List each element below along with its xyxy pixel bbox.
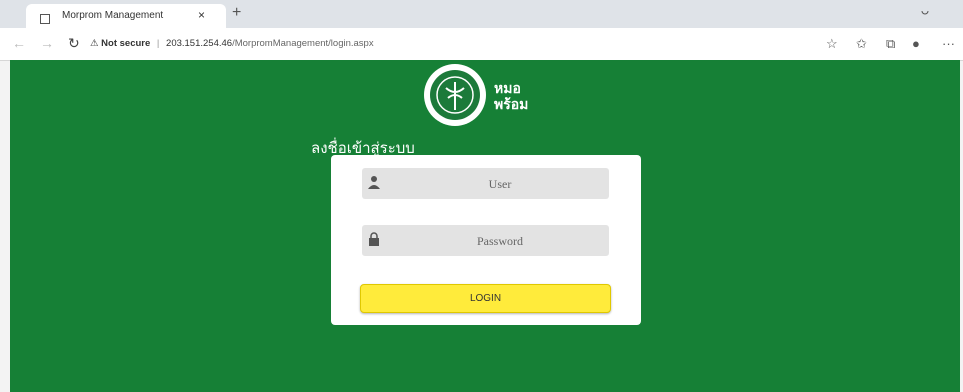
caduceus-icon <box>436 76 474 114</box>
user-icon <box>368 175 382 191</box>
lock-icon <box>368 232 382 248</box>
morprom-logo: หมอ พร้อม <box>494 80 554 120</box>
more-icon[interactable]: ··· <box>942 36 955 51</box>
username-input[interactable] <box>392 168 608 201</box>
read-aloud-icon[interactable]: ☆ <box>826 36 838 52</box>
profile-icon[interactable]: ● <box>912 36 920 51</box>
user-field-container <box>362 168 609 201</box>
url-path: /MorpromManagement/login.aspx <box>232 38 374 49</box>
collections-icon[interactable]: ⧉ <box>886 36 895 52</box>
tab-title: Morprom Management <box>62 10 164 21</box>
password-field-container <box>362 225 609 258</box>
not-secure-label: Not secure <box>101 38 151 49</box>
back-icon[interactable]: ← <box>12 35 26 51</box>
logo-line-2: พร้อม <box>494 96 529 112</box>
logo-line-1: หมอ <box>494 80 521 96</box>
favorites-icon[interactable]: ✩ <box>856 36 867 52</box>
password-input[interactable] <box>392 225 608 258</box>
close-tab-icon[interactable]: × <box>198 8 205 22</box>
refresh-icon[interactable]: ↻ <box>68 35 80 52</box>
browser-tab[interactable]: Morprom Management × <box>26 4 226 28</box>
warning-icon: ⚠ <box>90 38 99 49</box>
new-tab-icon[interactable]: + <box>232 4 241 22</box>
restore-icon[interactable] <box>920 5 930 19</box>
url-field[interactable]: ⚠ Not secure | 203.151.254.46/MorpromMan… <box>90 34 810 54</box>
ministry-seal-logo <box>424 64 486 126</box>
forward-icon[interactable]: → <box>40 35 54 51</box>
url-host: 203.151.254.46 <box>166 38 233 49</box>
seal-emblem <box>430 70 480 120</box>
login-button[interactable]: LOGIN <box>360 284 611 313</box>
login-page: หมอ พร้อม ลงชื่อเข้าสู่ระบบ LOGIN <box>10 60 960 392</box>
tab-bar: Morprom Management × + <box>0 0 963 28</box>
address-bar: ← → ↻ ⚠ Not secure | 203.151.254.46/Morp… <box>0 28 963 61</box>
url-separator: | <box>156 38 160 49</box>
page-icon <box>40 14 50 24</box>
login-card: LOGIN <box>331 155 641 325</box>
